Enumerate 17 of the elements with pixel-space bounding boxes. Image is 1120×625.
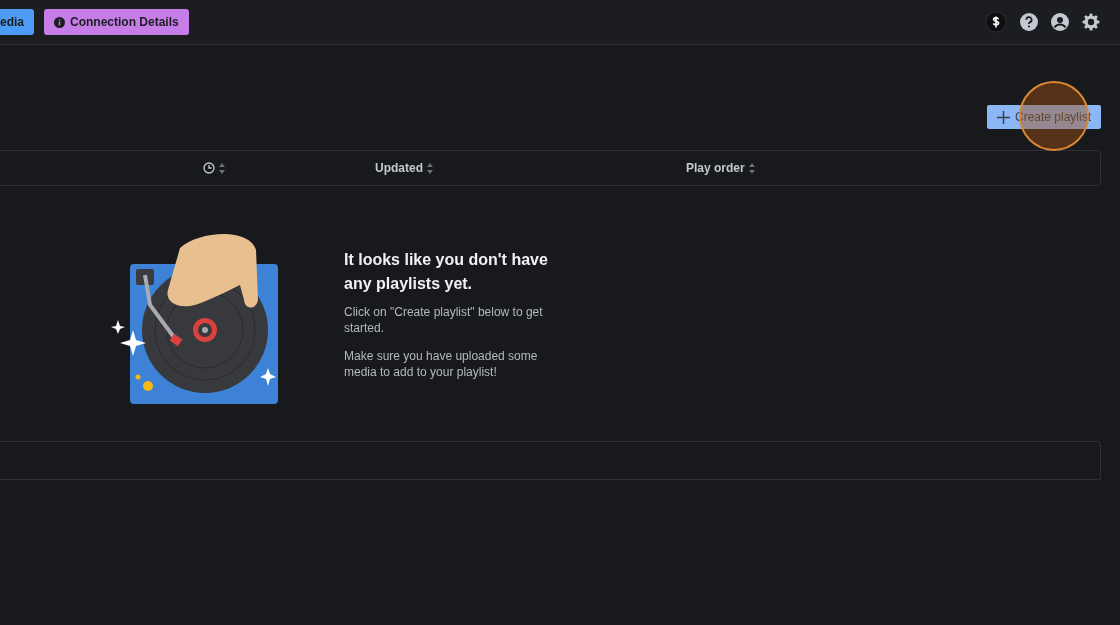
empty-state-title: It looks like you don't have any playlists yet. <box>344 250 549 294</box>
toolbar-button[interactable]: edia <box>0 9 34 35</box>
plus-icon <box>996 110 1010 124</box>
sort-icon[interactable] <box>427 162 433 174</box>
column-header[interactable]: Updated <box>375 161 423 175</box>
empty-state-text: Click on "Create playlist" below to get started. <box>344 304 544 336</box>
info-icon <box>54 16 65 28</box>
toolbar-button[interactable]: Connection Details <box>44 9 189 35</box>
help-icon[interactable] <box>1020 13 1038 31</box>
user-icon[interactable] <box>1051 13 1069 31</box>
column-header[interactable]: Play order <box>686 161 745 175</box>
dollar-icon[interactable] <box>985 11 1007 33</box>
empty-state-text: Make sure you have uploaded some media to add to your playlist! <box>344 348 539 380</box>
clock-icon <box>203 162 215 174</box>
sort-icon[interactable] <box>748 162 755 174</box>
settings-icon[interactable] <box>1082 13 1100 31</box>
sort-icon[interactable] <box>219 162 225 174</box>
